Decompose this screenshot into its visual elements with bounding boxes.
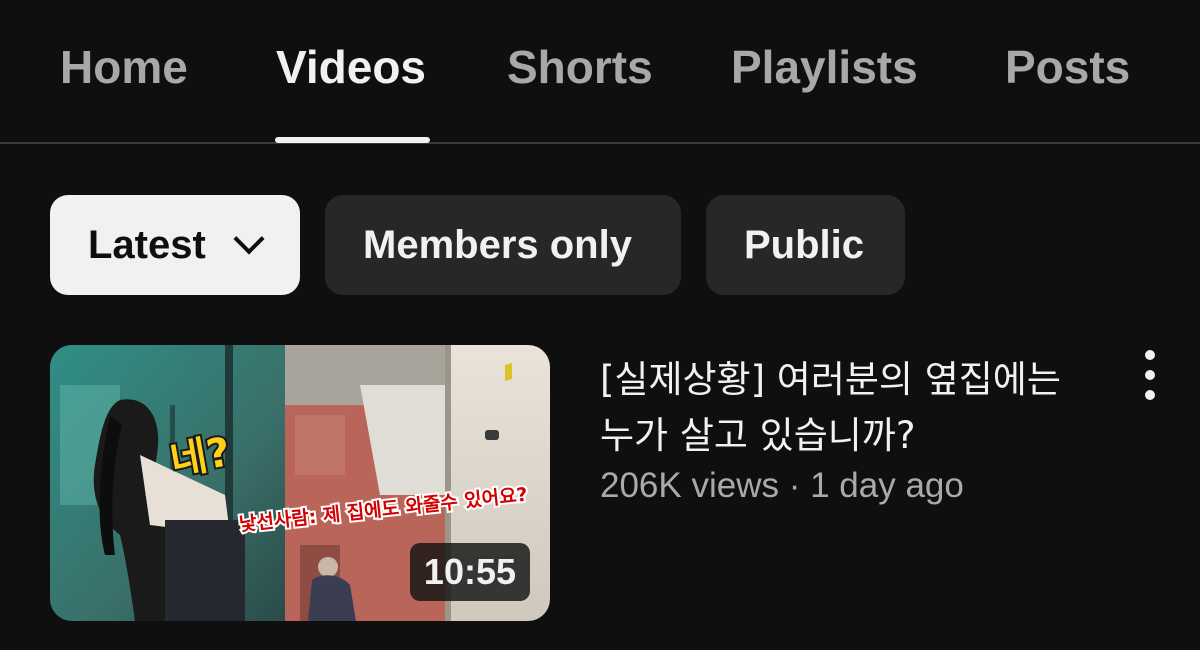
tab-playlists[interactable]: Playlists [731,40,918,94]
video-metadata: 206K views · 1 day ago [600,466,964,506]
chevron-down-icon [233,223,265,255]
sort-chip-label: Latest [88,222,206,267]
video-thumbnail[interactable]: 네? 낯선사람: 제 집에도 와줄수 있어요? 10:55 [50,345,550,621]
video-title-line-1: [실제상황] 여러분의 옆집에는 [600,358,1061,401]
channel-videos-page: Home Videos Shorts Playlists Posts Lates… [0,0,1200,650]
thumbnail-question-text: 네? [167,429,234,485]
more-vert-icon[interactable] [1130,350,1170,400]
sort-chip-latest[interactable]: Latest [50,195,300,295]
upload-age: 1 day ago [810,466,964,505]
kebab-dot [1145,370,1155,380]
chip-members-only-label: Members only [363,222,632,267]
active-tab-indicator [275,137,430,143]
tab-shorts[interactable]: Shorts [507,40,653,94]
thumbnail-caption-text: 낯선사람: 제 집에도 와줄수 있어요? [238,484,529,536]
meta-separator: · [788,466,801,505]
video-title-line-2: 누가 살고 있습니까? [600,414,916,457]
tab-home[interactable]: Home [60,40,188,94]
chip-public-label: Public [744,222,865,267]
tab-videos[interactable]: Videos [276,40,426,94]
tab-posts[interactable]: Posts [1005,40,1130,94]
video-title[interactable]: [실제상황] 여러분의 옆집에는 누가 살고 있습니까? [600,352,1120,464]
channel-tab-bar: Home Videos Shorts Playlists Posts [0,0,1200,144]
kebab-dot [1145,390,1155,400]
video-duration-badge: 10:55 [409,543,530,601]
chip-public[interactable]: Public [706,195,905,295]
chip-members-only[interactable]: Members only [325,195,681,295]
view-count: 206K views [600,466,779,505]
kebab-dot [1145,350,1155,360]
